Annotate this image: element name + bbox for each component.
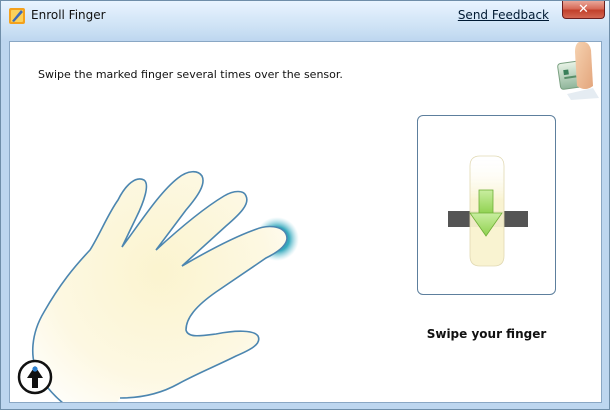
title-bar: Enroll Finger Send Feedback ✕ (1, 1, 609, 33)
swipe-caption: Swipe your finger (426, 327, 547, 341)
send-feedback-link[interactable]: Send Feedback (458, 8, 549, 22)
sensor-animation-panel (417, 115, 556, 295)
content-panel: Swipe the marked finger several times ov… (9, 41, 602, 403)
hand-diagram (31, 170, 299, 402)
window-title: Enroll Finger (31, 8, 106, 22)
instruction-text: Swipe the marked finger several times ov… (38, 68, 343, 81)
hand-outline (31, 170, 288, 402)
fingerprint-reader-icon (557, 42, 599, 100)
swipe-animation (448, 155, 528, 267)
close-icon: ✕ (578, 2, 589, 17)
app-logo-icon (9, 8, 25, 24)
close-button[interactable]: ✕ (562, 1, 605, 19)
enroll-finger-window: Enroll Finger Send Feedback ✕ Swipe the … (0, 0, 610, 410)
help-arrow-icon[interactable] (16, 358, 54, 396)
